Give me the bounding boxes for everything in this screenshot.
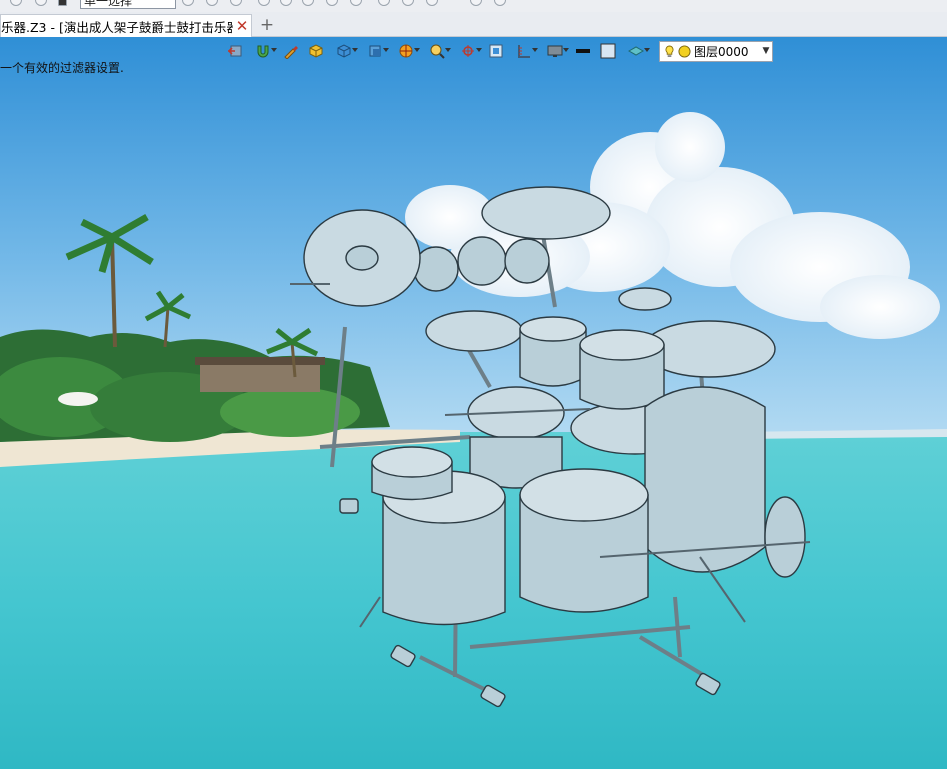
lightbulb-icon <box>665 45 674 57</box>
section-icon <box>489 44 503 58</box>
layers-dropdown[interactable] <box>622 41 650 61</box>
orbit-icon <box>399 44 413 58</box>
axis-icon <box>462 45 474 57</box>
shade-button[interactable] <box>305 41 327 61</box>
tab-label: 乐器.Z3 - [演出成人架子鼓爵士鼓打击乐器] <box>1 19 233 35</box>
point-icon[interactable] <box>258 0 270 6</box>
tab-document[interactable]: 乐器.Z3 - [演出成人架子鼓爵士鼓打击乐器] ✕ <box>0 14 252 37</box>
status-message: 一个有效的过滤器设置. <box>0 61 124 75</box>
cube-blue-icon <box>337 44 351 58</box>
filter-icon[interactable] <box>182 0 194 6</box>
3d-viewport[interactable]: 一个有效的过滤器设置. 图层0000 ▼ <box>0 37 947 769</box>
document-tabbar: 乐器.Z3 - [演出成人架子鼓爵士鼓打击乐器] ✕ + <box>0 12 947 37</box>
chevron-down-icon: ▼ <box>762 46 770 56</box>
exit-view-button[interactable] <box>224 41 246 61</box>
brush-button[interactable] <box>280 41 302 61</box>
brush-icon <box>284 46 298 59</box>
curve2-icon[interactable] <box>426 0 438 6</box>
ruler-dropdown[interactable] <box>510 41 538 61</box>
cube-yellow-icon <box>309 44 323 58</box>
gear-icon[interactable] <box>470 0 482 6</box>
zoom-dropdown[interactable] <box>423 41 451 61</box>
selection-mode-select[interactable]: 单一选择 <box>80 0 176 9</box>
stop-icon[interactable] <box>58 0 67 6</box>
pin-icon[interactable] <box>35 0 47 6</box>
line2-icon[interactable] <box>302 0 314 6</box>
magnet-dropdown[interactable] <box>249 41 277 61</box>
monitor-icon <box>547 45 563 57</box>
view-toolbar: 图层0000 ▼ <box>224 40 773 62</box>
marker-icon[interactable] <box>378 0 390 6</box>
circle-icon[interactable] <box>326 0 338 6</box>
scene-background <box>0 37 947 769</box>
section-button[interactable] <box>485 41 507 61</box>
view-cube-icon <box>369 45 381 57</box>
ruler-icon <box>518 45 530 58</box>
line-style-button[interactable] <box>572 41 594 61</box>
layer-name: 图层0000 <box>694 44 749 59</box>
curve-icon[interactable] <box>402 0 414 6</box>
display-dropdown[interactable] <box>541 41 569 61</box>
magnet-icon <box>257 45 269 58</box>
layers-icon <box>628 46 644 56</box>
color-swatch-icon <box>600 43 616 59</box>
new-tab-button[interactable]: + <box>258 15 276 35</box>
line-style-icon <box>576 49 590 53</box>
pick-icon[interactable] <box>206 0 218 6</box>
circle2-icon[interactable] <box>350 0 362 6</box>
top-toolbar: 单一选择 <box>0 0 947 12</box>
undo-icon[interactable] <box>10 0 22 6</box>
exit-icon <box>227 45 242 57</box>
gear2-icon[interactable] <box>494 0 506 6</box>
axis-dropdown[interactable] <box>454 41 482 61</box>
line-icon[interactable] <box>280 0 292 6</box>
view-dropdown[interactable] <box>361 41 389 61</box>
play-icon[interactable] <box>230 0 242 6</box>
close-icon[interactable]: ✕ <box>233 16 251 36</box>
zoom-icon <box>430 44 445 59</box>
color-button[interactable] <box>597 41 619 61</box>
orbit-dropdown[interactable] <box>392 41 420 61</box>
layer-color-icon <box>678 44 691 58</box>
layer-select[interactable]: 图层0000 ▼ <box>659 40 773 62</box>
render-mode-dropdown[interactable] <box>330 41 358 61</box>
